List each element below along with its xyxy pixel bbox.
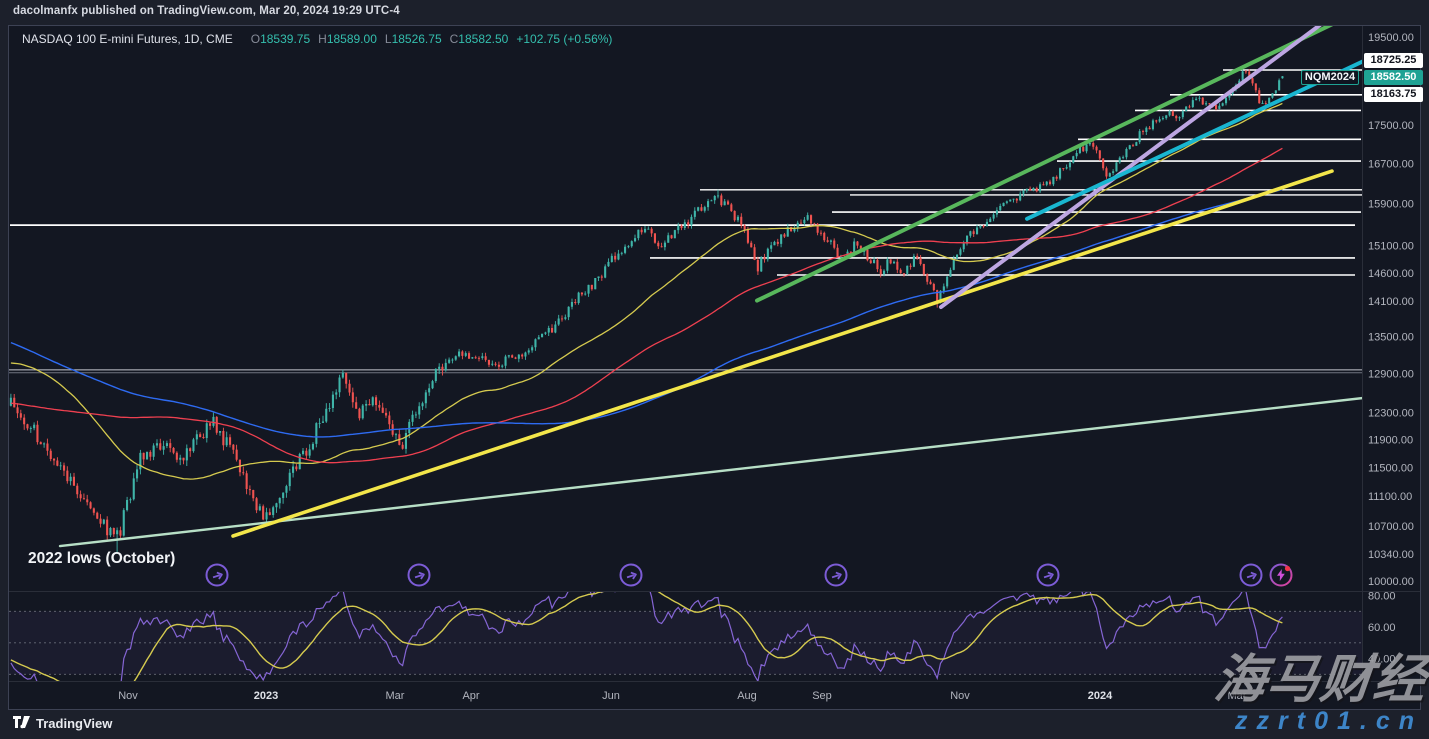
low-value: 18526.75 xyxy=(392,32,442,46)
lows-annotation: 2022 lows (October) xyxy=(28,550,175,568)
time-tick-label: Sep xyxy=(812,690,832,702)
price-level-badge-low[interactable]: 18163.75 xyxy=(1364,87,1423,102)
rsi-tick-label: 80.00 xyxy=(1368,591,1396,603)
time-tick-label: Nov xyxy=(950,690,970,702)
price-tick-label: 14100.00 xyxy=(1368,296,1414,308)
close-value: 18582.50 xyxy=(458,32,508,46)
price-tick-label: 10700.00 xyxy=(1368,521,1414,533)
tradingview-logo-text: TradingView xyxy=(36,716,112,731)
time-tick-label: Apr xyxy=(462,690,479,702)
price-tick-label: 10000.00 xyxy=(1368,576,1414,588)
rsi-tick-label: 60.00 xyxy=(1368,622,1396,634)
high-label: H xyxy=(318,32,327,46)
open-value: 18539.75 xyxy=(260,32,310,46)
symbol-title-row[interactable]: NASDAQ 100 E-mini Futures, 1D, CME O18539… xyxy=(22,32,612,46)
change-value: +102.75 (+0.56%) xyxy=(516,32,612,46)
price-tick-label: 16700.00 xyxy=(1368,158,1414,170)
open-label: O xyxy=(251,32,260,46)
price-tick-label: 15900.00 xyxy=(1368,198,1414,210)
price-tick-label: 12300.00 xyxy=(1368,408,1414,420)
price-tick-label: 13500.00 xyxy=(1368,332,1414,344)
price-tick-label: 11500.00 xyxy=(1368,462,1413,474)
time-tick-label: 2023 xyxy=(254,690,278,702)
time-tick-label: Jun xyxy=(602,690,620,702)
close-label: C xyxy=(450,32,459,46)
price-level-badge-high[interactable]: 18725.25 xyxy=(1364,53,1423,68)
price-tick-label: 11100.00 xyxy=(1368,491,1412,503)
high-value: 18589.00 xyxy=(327,32,377,46)
price-chart[interactable]: 19500.00 17500.00 16700.00 15900.00 15100.00… xyxy=(0,0,1429,739)
price-tick-label: 12900.00 xyxy=(1368,369,1414,381)
price-tick-label: 19500.00 xyxy=(1368,32,1414,44)
time-tick-label: Aug xyxy=(737,690,757,702)
low-label: L xyxy=(385,32,392,46)
last-price-badge[interactable]: 18582.50 xyxy=(1364,70,1423,85)
symbol-description: NASDAQ 100 E-mini Futures, 1D, CME xyxy=(22,32,233,46)
watermark-cn: 海马财经 xyxy=(1211,637,1429,712)
tradingview-logo-icon xyxy=(13,716,30,731)
time-tick-label: Mar xyxy=(386,690,405,702)
price-tick-label: 11900.00 xyxy=(1368,434,1413,446)
contract-label: NQM2024 xyxy=(1301,70,1359,85)
price-tick-label: 10340.00 xyxy=(1368,549,1414,561)
price-tick-label: 15100.00 xyxy=(1368,240,1414,252)
price-tick-label: 14600.00 xyxy=(1368,268,1414,280)
price-tick-label: 17500.00 xyxy=(1368,120,1414,132)
published-chart-page: dacolmanfx published on TradingView.com,… xyxy=(0,0,1429,739)
time-tick-label: 2024 xyxy=(1088,690,1113,702)
watermark-url: zzrt01.cn xyxy=(1235,707,1423,736)
tradingview-logo[interactable]: TradingView xyxy=(13,716,112,731)
time-tick-label: Nov xyxy=(118,690,138,702)
